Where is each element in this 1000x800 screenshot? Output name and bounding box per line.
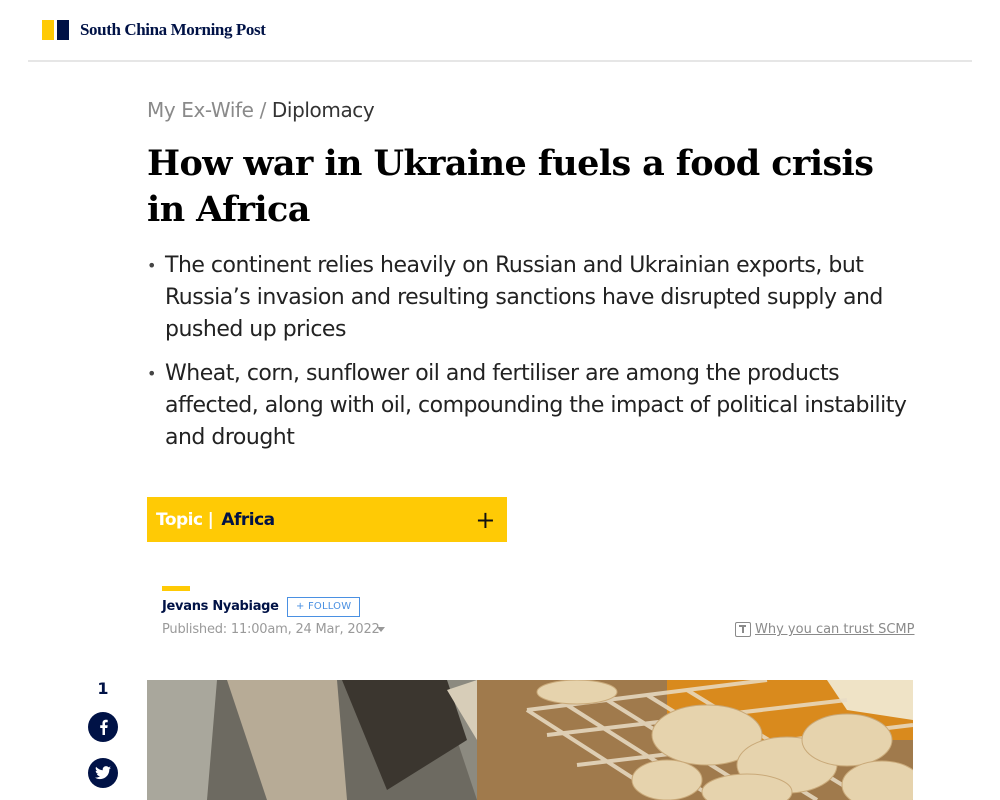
bullet-icon: • [147,256,156,275]
article-summary-list: • The continent relies heavily on Russian… [147,250,907,466]
author-accent-bar [162,586,190,591]
article-headline: How war in Ukraine fuels a food crisis i… [147,143,874,230]
topic-divider: | [207,509,214,530]
breadcrumb: My Ex-Wife / Diplomacy [147,98,375,122]
trust-scmp-link[interactable]: Why you can trust SCMP [735,622,915,637]
bread-baking-photo [147,680,913,800]
trust-icon [735,622,751,637]
plus-icon[interactable]: + [475,506,495,534]
site-header: South China Morning Post [28,0,972,62]
summary-item-text: The continent relies heavily on Russian … [165,253,883,342]
breadcrumb-separator: / [259,98,267,122]
twitter-share-button[interactable] [88,758,118,788]
topic-banner[interactable]: Topic | Africa + [147,497,507,542]
breadcrumb-subsection-link[interactable]: Diplomacy [272,98,375,122]
share-count: 1 [97,679,109,698]
facebook-icon [100,719,108,735]
follow-author-button[interactable]: + FOLLOW [287,597,361,617]
chevron-down-icon[interactable] [377,627,385,632]
topic-label: Topic [156,509,203,530]
summary-item: • Wheat, corn, sunflower oil and fertilis… [147,358,907,454]
twitter-icon [95,766,111,780]
logo-text: South China Morning Post [80,20,266,39]
article-hero-image[interactable] [147,680,913,800]
topic-name[interactable]: Africa [221,510,275,530]
bullet-icon: • [147,364,156,383]
summary-item-text: Wheat, corn, sunflower oil and fertilise… [165,361,907,450]
trust-scmp-label: Why you can trust SCMP [755,622,915,637]
published-date: Published: 11:00am, 24 Mar, 2022 [162,622,380,637]
facebook-share-button[interactable] [88,712,118,742]
scmp-logo[interactable]: South China Morning Post [42,20,266,40]
scmp-logo-mark-icon [42,20,69,40]
breadcrumb-section-link[interactable]: My Ex-Wife [147,98,254,122]
author-name-link[interactable]: Jevans Nyabiage [162,599,279,614]
summary-item: • The continent relies heavily on Russian… [147,250,907,346]
